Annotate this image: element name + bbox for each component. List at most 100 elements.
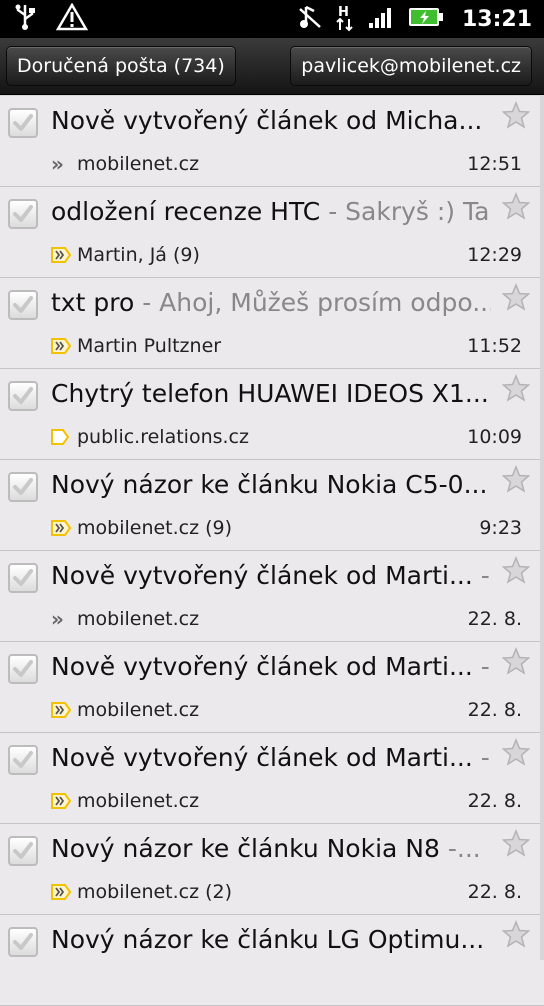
select-checkbox[interactable] xyxy=(8,745,38,775)
message-row[interactable]: Nový názor ke článku Nokia N8 -... mobil… xyxy=(0,824,544,915)
sender-line: mobilenet.cz (9) xyxy=(51,515,232,541)
folder-button[interactable]: Doručená pošta (734) xyxy=(6,46,236,86)
select-checkbox[interactable] xyxy=(8,472,38,502)
subject-text: Nový názor ke článku LG Optimu... xyxy=(51,925,485,954)
message-row[interactable]: Nově vytvořený článek od Marti... - ... … xyxy=(0,733,544,824)
battery-charging-icon xyxy=(408,6,444,32)
message-subject: Nově vytvořený článek od Micha... xyxy=(51,106,491,135)
subject-text: Chytrý telefon HUAWEI IDEOS X1... xyxy=(51,379,489,408)
star-icon[interactable] xyxy=(501,101,531,133)
message-subject: Nově vytvořený článek od Marti... - ... xyxy=(51,561,491,590)
star-icon[interactable] xyxy=(501,920,531,952)
star-icon[interactable] xyxy=(501,192,531,224)
message-row[interactable]: Nově vytvořený článek od Micha... » mobi… xyxy=(0,95,544,187)
message-row[interactable]: Nový názor ke článku Nokia C5-0... mobil… xyxy=(0,460,544,551)
star-icon[interactable] xyxy=(501,829,531,861)
sender-line: public.relations.cz xyxy=(51,424,249,450)
usb-icon xyxy=(14,3,36,35)
subject-text: Nový názor ke článku Nokia N8 xyxy=(51,834,440,863)
svg-text:H: H xyxy=(338,5,349,20)
message-sender: mobilenet.cz xyxy=(77,608,200,630)
subject-text: Nově vytvořený článek od Marti... xyxy=(51,561,473,590)
message-sender: mobilenet.cz xyxy=(77,699,200,721)
message-subject: odložení recenze HTC - Sakryš :) Ta... xyxy=(51,197,491,226)
subject-text: Nově vytvořený článek od Micha... xyxy=(51,106,483,135)
star-icon[interactable] xyxy=(501,465,531,497)
select-checkbox[interactable] xyxy=(8,836,38,866)
subject-text: txt pro xyxy=(51,288,135,317)
message-sender: mobilenet.cz xyxy=(77,153,200,175)
message-time: 22. 8. xyxy=(467,881,522,903)
message-sender: mobilenet.cz (9) xyxy=(77,517,233,539)
chevrons-icon: » xyxy=(51,152,64,176)
message-list[interactable]: Nově vytvořený článek od Micha... » mobi… xyxy=(0,95,544,1006)
hspa-icon: H xyxy=(334,2,356,36)
star-icon[interactable] xyxy=(501,738,531,770)
warning-icon xyxy=(55,2,89,35)
important-marker-icon xyxy=(51,519,73,537)
message-subject: Nový názor ke článku LG Optimu... xyxy=(51,925,491,954)
message-sender: public.relations.cz xyxy=(77,426,249,448)
select-checkbox[interactable] xyxy=(8,927,38,957)
sender-line: Martin, Já (9) xyxy=(51,242,200,268)
important-marker-icon xyxy=(51,792,73,810)
important-marker-icon xyxy=(51,337,73,355)
important-marker-icon xyxy=(51,701,73,719)
star-icon[interactable] xyxy=(501,556,531,588)
message-row[interactable]: Nově vytvořený článek od Marti... - ... … xyxy=(0,642,544,733)
message-sender: mobilenet.cz (2) xyxy=(77,881,233,903)
message-row[interactable]: Chytrý telefon HUAWEI IDEOS X1... public… xyxy=(0,369,544,460)
message-time: 22. 8. xyxy=(467,608,522,630)
message-time: 11:52 xyxy=(467,335,522,357)
star-icon[interactable] xyxy=(501,283,531,315)
chevrons-icon: » xyxy=(51,607,64,631)
clock: 13:21 xyxy=(461,6,532,32)
message-subject: Nový názor ke článku Nokia N8 -... xyxy=(51,834,491,863)
message-row[interactable]: txt pro - Ahoj, Můžeš prosím odpo... Mar… xyxy=(0,278,544,369)
message-sender: Martin, Já (9) xyxy=(77,244,200,266)
sender-line: mobilenet.cz (2) xyxy=(51,879,232,905)
select-checkbox[interactable] xyxy=(8,108,38,138)
silent-icon xyxy=(298,3,322,35)
signal-icon xyxy=(368,5,396,33)
sender-line xyxy=(51,970,77,996)
select-checkbox[interactable] xyxy=(8,290,38,320)
star-icon[interactable] xyxy=(501,374,531,406)
message-subject: txt pro - Ahoj, Můžeš prosím odpo... xyxy=(51,288,491,317)
title-bar: Doručená pošta (734) pavlicek@mobilenet.… xyxy=(0,38,544,95)
select-checkbox[interactable] xyxy=(8,381,38,411)
message-snippet: - ... xyxy=(480,561,491,590)
account-button[interactable]: pavlicek@mobilenet.cz xyxy=(290,46,532,86)
message-sender: mobilenet.cz xyxy=(77,790,200,812)
message-time: 10:09 xyxy=(467,426,522,448)
message-snippet: - Ahoj, Můžeš prosím odpo... xyxy=(134,288,491,317)
select-checkbox[interactable] xyxy=(8,563,38,593)
label-tag-icon xyxy=(51,428,73,446)
message-snippet: - ... xyxy=(480,743,491,772)
sender-line: » mobilenet.cz xyxy=(51,151,199,177)
message-subject: Nově vytvořený článek od Marti... - ... xyxy=(51,652,491,681)
select-checkbox[interactable] xyxy=(8,199,38,229)
message-time: 22. 8. xyxy=(467,699,522,721)
message-time: 12:29 xyxy=(467,244,522,266)
important-marker-icon xyxy=(51,883,73,901)
subject-text: odložení recenze HTC xyxy=(51,197,321,226)
star-icon[interactable] xyxy=(501,647,531,679)
important-marker-icon xyxy=(51,246,73,264)
message-snippet: - ... xyxy=(480,652,491,681)
sender-line: mobilenet.cz xyxy=(51,697,199,723)
message-row[interactable]: Nově vytvořený článek od Marti... - ... … xyxy=(0,551,544,642)
message-snippet: - Sakryš :) Ta... xyxy=(328,197,491,226)
sender-line: » mobilenet.cz xyxy=(51,606,199,632)
message-time: 9:23 xyxy=(479,517,522,539)
message-row[interactable]: Nový názor ke článku LG Optimu... xyxy=(0,915,544,1006)
status-bar: H 13:21 xyxy=(0,0,544,38)
message-sender: Martin Pultzner xyxy=(77,335,222,357)
message-subject: Nově vytvořený článek od Marti... - ... xyxy=(51,743,491,772)
message-subject: Nový názor ke článku Nokia C5-0... xyxy=(51,470,491,499)
message-time: 12:51 xyxy=(467,153,522,175)
scrollbar-track xyxy=(540,95,544,960)
subject-text: Nově vytvořený článek od Marti... xyxy=(51,743,473,772)
select-checkbox[interactable] xyxy=(8,654,38,684)
message-row[interactable]: odložení recenze HTC - Sakryš :) Ta... M… xyxy=(0,187,544,278)
